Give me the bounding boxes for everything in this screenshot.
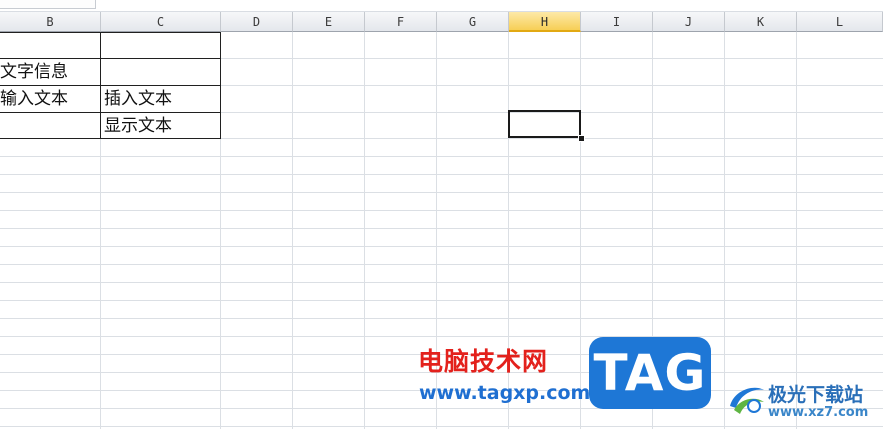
column-header-b[interactable]: B <box>0 12 101 32</box>
gridline <box>0 228 883 229</box>
name-box[interactable] <box>0 0 96 9</box>
aurora-logo-icon <box>730 387 764 414</box>
column-header-e[interactable]: E <box>293 12 365 32</box>
column-header-f[interactable]: F <box>365 12 437 32</box>
gridline <box>0 282 883 283</box>
cell-b3[interactable]: 输入文本 <box>0 85 101 113</box>
cell-b1[interactable] <box>0 32 101 59</box>
gridline <box>724 32 725 429</box>
cell-c2[interactable] <box>100 58 221 86</box>
gridline <box>0 300 883 301</box>
gridline <box>0 336 883 337</box>
column-header-j[interactable]: J <box>653 12 725 32</box>
watermark-tag-badge: TAG <box>589 337 711 409</box>
cell-b4[interactable] <box>0 112 101 139</box>
gridline <box>580 32 581 429</box>
gridline <box>0 210 883 211</box>
active-cell-h4[interactable] <box>508 110 581 138</box>
gridline <box>292 32 293 429</box>
gridline <box>0 156 883 157</box>
formula-bar-strip <box>0 0 883 12</box>
watermark-site-name: 电脑技术网 <box>418 347 549 376</box>
watermark-logo-url: www.xz7.com <box>768 405 869 420</box>
gridline <box>0 246 883 247</box>
column-header-l[interactable]: L <box>797 12 883 32</box>
gridline <box>796 32 797 429</box>
cell-c3[interactable]: 插入文本 <box>100 85 221 113</box>
column-header-d[interactable]: D <box>221 12 293 32</box>
gridline <box>0 426 883 427</box>
watermark-logo-text: 极光下载站 <box>768 384 864 406</box>
gridline <box>0 264 883 265</box>
cell-c4[interactable]: 显示文本 <box>100 112 221 139</box>
column-header-c[interactable]: C <box>101 12 221 32</box>
gridline <box>364 32 365 429</box>
gridline <box>0 174 883 175</box>
column-header-h[interactable]: H <box>509 12 581 32</box>
cell-b2[interactable]: 文字信息 <box>0 58 101 86</box>
gridline <box>0 192 883 193</box>
fill-handle[interactable] <box>578 135 585 142</box>
column-header-k[interactable]: K <box>725 12 797 32</box>
watermark-site-url: www.tagxp.com <box>419 382 591 404</box>
gridline <box>0 318 883 319</box>
column-header-g[interactable]: G <box>437 12 509 32</box>
cell-c1[interactable] <box>100 32 221 59</box>
column-header-i[interactable]: I <box>581 12 653 32</box>
